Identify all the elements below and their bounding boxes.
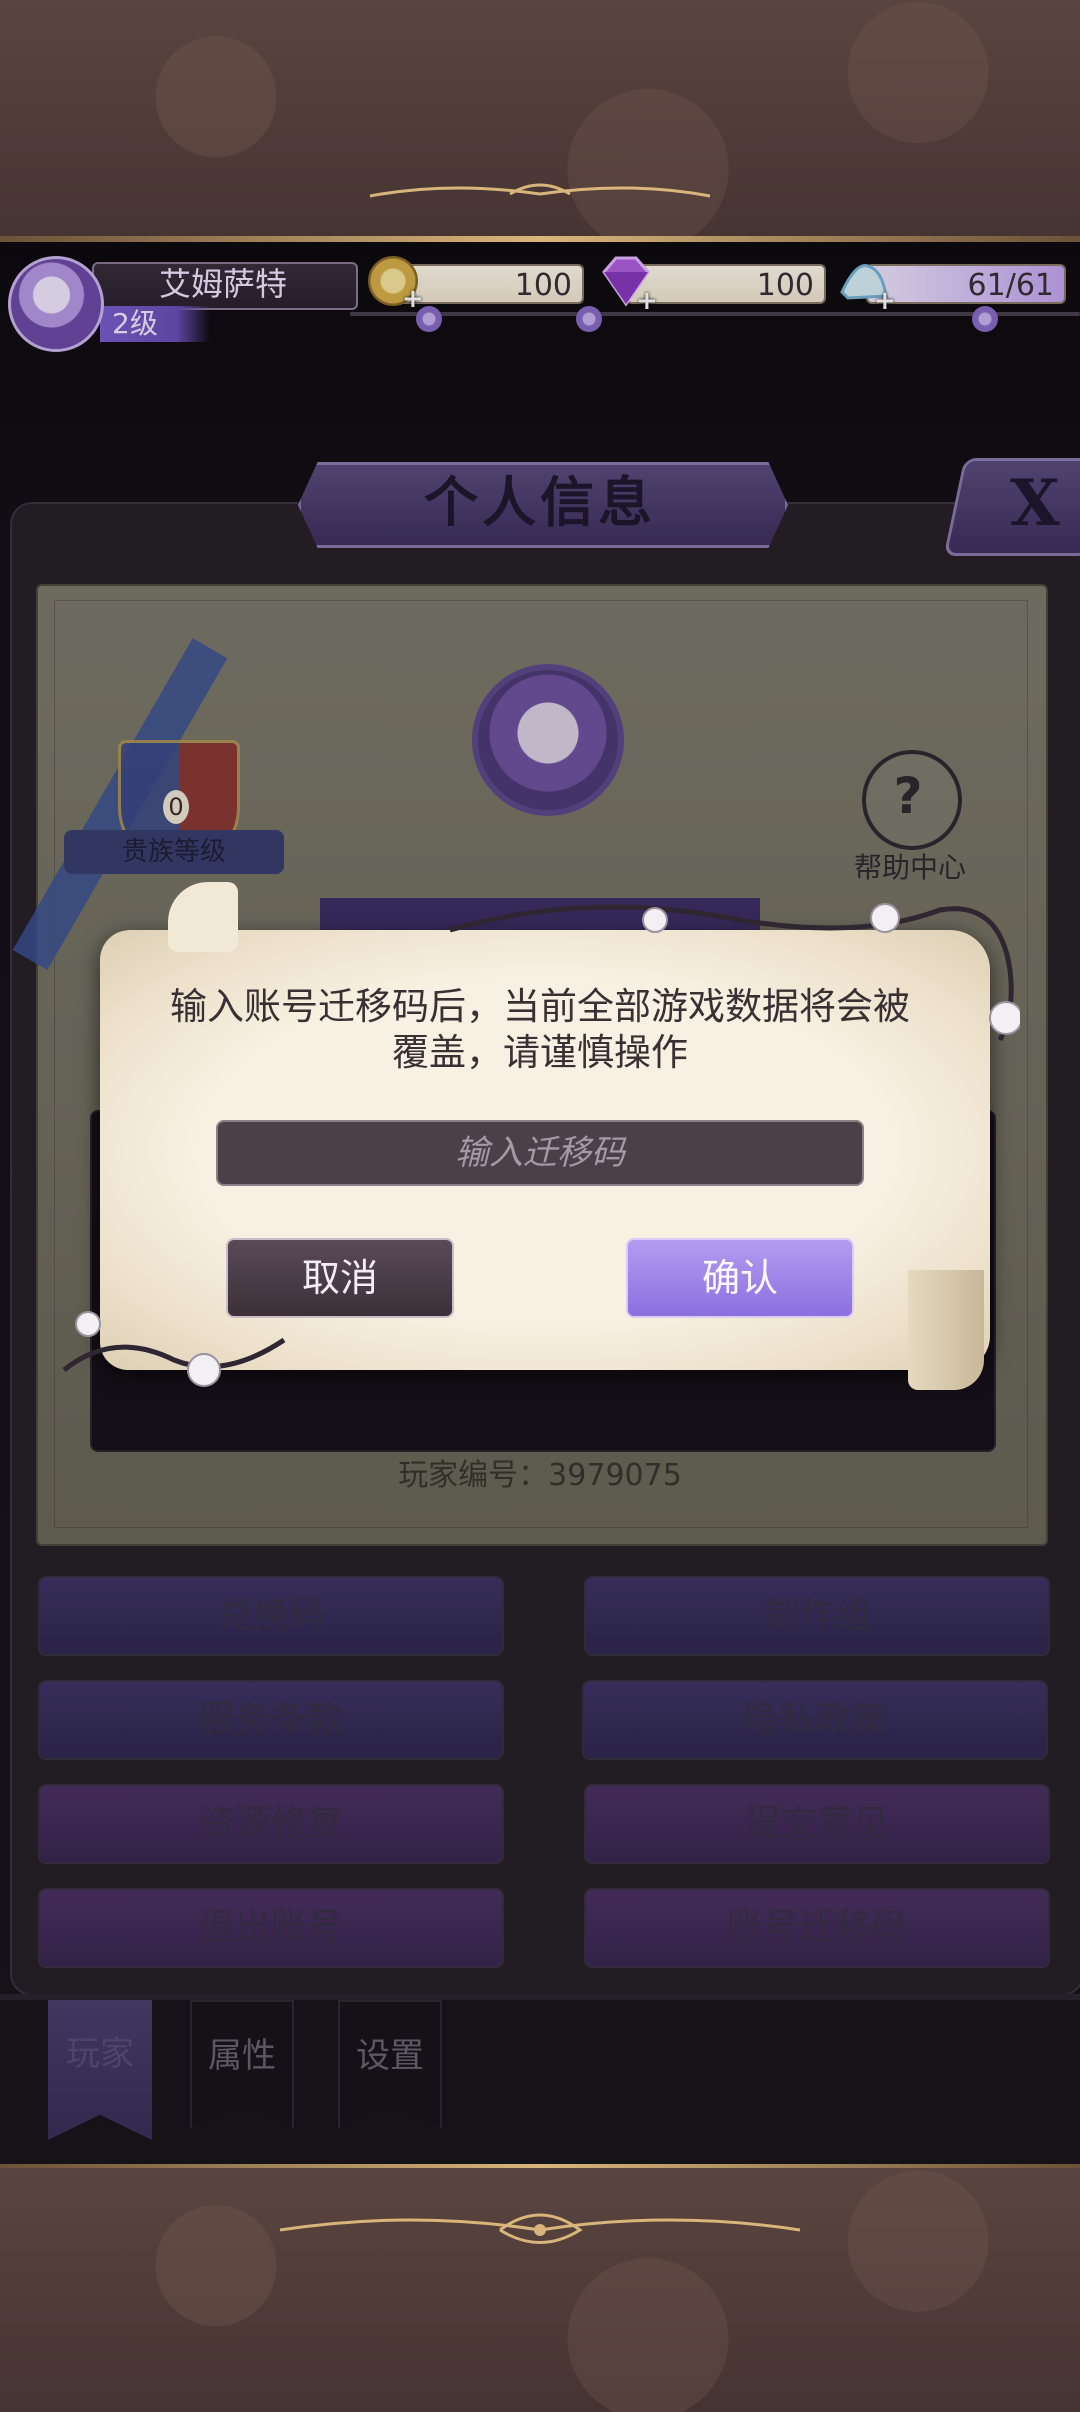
- dialog-message-line-2: 覆盖，请谨慎操作: [392, 1031, 688, 1074]
- bottom-flourish-ornament: [279, 2213, 801, 2244]
- confirm-button[interactable]: 确认: [626, 1238, 854, 1318]
- dialog-message-line-1: 输入账号迁移码后，当前全部游戏数据将会被: [170, 985, 910, 1028]
- dialog-warning-message: 输入账号迁移码后，当前全部游戏数据将会被 覆盖，请谨慎操作: [120, 984, 960, 1076]
- scroll-curl-right: [908, 1270, 984, 1390]
- top-flourish-ornament: [369, 183, 711, 198]
- cancel-button[interactable]: 取消: [226, 1238, 454, 1318]
- transfer-code-input[interactable]: [216, 1120, 864, 1186]
